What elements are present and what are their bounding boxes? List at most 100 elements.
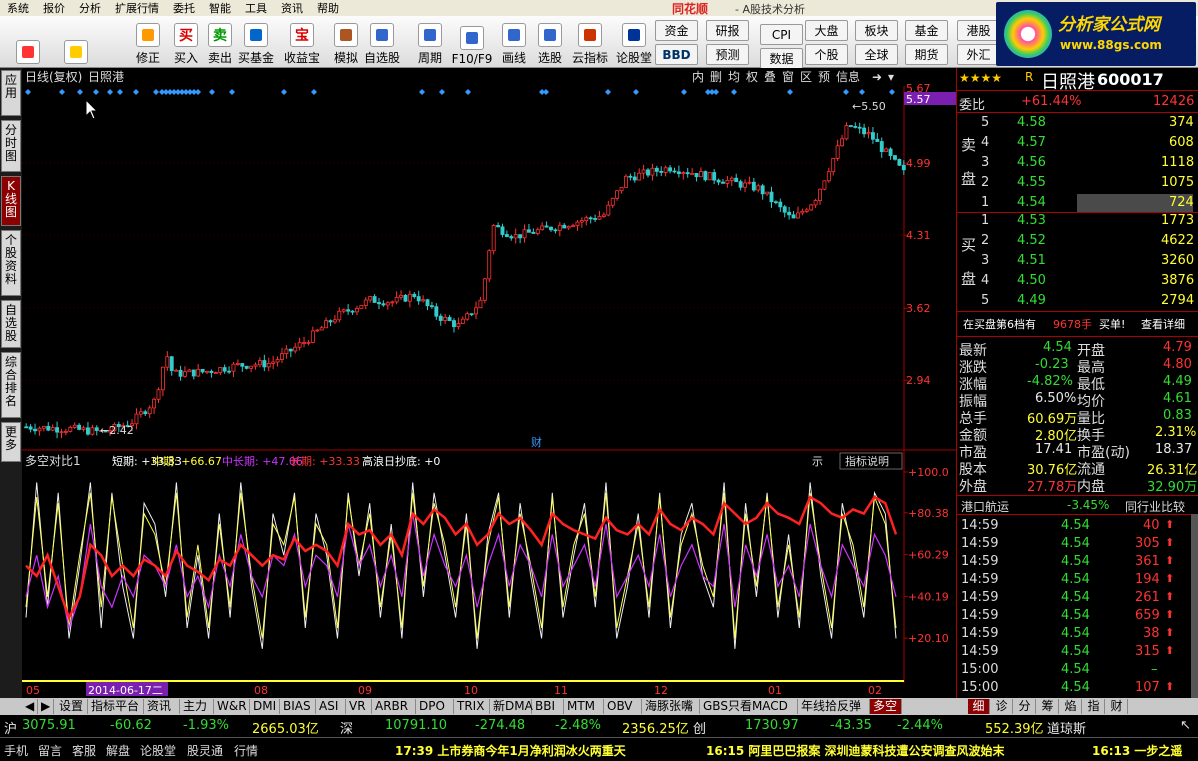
- toolbar-small-button-0[interactable]: 资金: [655, 20, 698, 41]
- panel-tab-5[interactable]: 指: [1083, 699, 1105, 714]
- menu-item-2[interactable]: 分析: [72, 0, 108, 16]
- index-item-5[interactable]: 深: [340, 718, 353, 737]
- status-link-3[interactable]: 解盘: [106, 742, 130, 759]
- buy-price[interactable]: 4.49: [1017, 293, 1046, 308]
- sell-price[interactable]: 4.58: [1017, 115, 1046, 130]
- chart-tool-1[interactable]: 删: [710, 70, 722, 84]
- indicator-tab-0[interactable]: 设置: [56, 699, 88, 714]
- chart-tool-2[interactable]: 均: [728, 70, 740, 84]
- menu-item-1[interactable]: 报价: [36, 0, 72, 16]
- toolbar-button-11[interactable]: 画线: [494, 18, 534, 66]
- news-ticker-0[interactable]: 17:39 上市券商今年1月净利润冰火两重天: [395, 742, 626, 759]
- toolbar-small-button-13[interactable]: 数据: [760, 48, 803, 69]
- sidebar-tab-2[interactable]: K线图: [1, 176, 21, 226]
- sell-price[interactable]: 4.55: [1017, 175, 1046, 190]
- menu-item-8[interactable]: 帮助: [310, 0, 346, 16]
- toolbar-button-1[interactable]: [56, 18, 96, 66]
- sell-price[interactable]: 4.54: [1017, 195, 1046, 210]
- panel-tab-2[interactable]: 分: [1014, 699, 1036, 714]
- index-item-10[interactable]: 创: [693, 718, 706, 737]
- tab-scroll-left-icon[interactable]: ◀: [22, 699, 39, 714]
- tab-scroll-right-icon[interactable]: ▶: [38, 699, 55, 714]
- status-link-1[interactable]: 留言: [38, 742, 62, 759]
- toolbar-small-button-8[interactable]: 个股: [805, 44, 848, 65]
- sidebar-tab-1[interactable]: 分时图: [1, 120, 21, 172]
- chart-exit-icon[interactable]: ➜: [872, 70, 882, 84]
- status-link-2[interactable]: 客服: [72, 742, 96, 759]
- toolbar-small-button-12[interactable]: CPI: [760, 24, 803, 45]
- menu-item-7[interactable]: 资讯: [274, 0, 310, 16]
- industry-compare-button[interactable]: 同行业比较: [1125, 498, 1185, 515]
- panel-tab-3[interactable]: 筹: [1037, 699, 1059, 714]
- indicator-tab-2[interactable]: 资讯: [144, 699, 180, 714]
- indicator-tab-9[interactable]: ARBR: [372, 699, 416, 714]
- toolbar-small-button-10[interactable]: 期货: [905, 44, 948, 65]
- indicator-tab-1[interactable]: 指标平台: [88, 699, 144, 714]
- sidebar-tab-3[interactable]: 个股资料: [1, 230, 21, 296]
- indicator-tab-19[interactable]: 多空: [870, 699, 902, 714]
- sidebar-tab-6[interactable]: 更多: [1, 422, 21, 462]
- chart-tool-7[interactable]: 预: [818, 70, 830, 84]
- indicator-tab-14[interactable]: MTM: [564, 699, 604, 714]
- toolbar-button-14[interactable]: 论股堂: [614, 18, 654, 66]
- status-link-5[interactable]: 股灵通: [187, 742, 223, 759]
- indicator-tab-7[interactable]: ASI: [316, 699, 346, 714]
- menu-item-3[interactable]: 扩展行情: [108, 0, 166, 16]
- kline-chart[interactable]: 日线(复权) 日照港内删均权叠窗区预信息 ➜ ▾5.675.574.994.313.6…: [22, 68, 956, 698]
- indicator-tab-12[interactable]: 新DMA: [490, 699, 533, 714]
- menu-item-6[interactable]: 工具: [238, 0, 274, 16]
- toolbar-small-button-2[interactable]: 大盘: [805, 20, 848, 41]
- toolbar-button-8[interactable]: 自选股: [362, 18, 402, 66]
- news-ticker-1[interactable]: 16:15 阿里巴巴报案 深圳迪蒙科技遭公安调查风波始末: [706, 742, 1005, 759]
- buy-price[interactable]: 4.51: [1017, 253, 1046, 268]
- indicator-tab-10[interactable]: DPO: [416, 699, 454, 714]
- toolbar-small-button-1[interactable]: 研报: [706, 20, 749, 41]
- toolbar-small-button-6[interactable]: BBD: [655, 44, 698, 65]
- menu-item-0[interactable]: 系统: [0, 0, 36, 16]
- chart-menu-chevron-icon[interactable]: ▾: [888, 70, 894, 84]
- toolbar-small-button-4[interactable]: 基金: [905, 20, 948, 41]
- indicator-tab-17[interactable]: GBS只看MACD: [700, 699, 798, 714]
- indicator-tab-5[interactable]: DMI: [250, 699, 280, 714]
- indicator-tab-16[interactable]: 海豚张嘴: [642, 699, 700, 714]
- panel-tab-6[interactable]: 财: [1106, 699, 1128, 714]
- toolbar-small-button-3[interactable]: 板块: [855, 20, 898, 41]
- indicator-tab-6[interactable]: BIAS: [280, 699, 316, 714]
- indicator-tab-3[interactable]: 主力: [180, 699, 214, 714]
- chart-tool-6[interactable]: 区: [800, 70, 812, 84]
- toolbar-button-4[interactable]: 卖卖出: [200, 18, 240, 66]
- chart-tool-3[interactable]: 权: [746, 70, 758, 84]
- menu-item-4[interactable]: 委托: [166, 0, 202, 16]
- buy-price[interactable]: 4.52: [1017, 233, 1046, 248]
- status-link-6[interactable]: 行情: [234, 742, 258, 759]
- toolbar-button-6[interactable]: 宝收益宝: [282, 18, 322, 66]
- indicator-tab-8[interactable]: VR: [346, 699, 372, 714]
- chart-tool-4[interactable]: 叠: [764, 70, 776, 84]
- panel-tab-0[interactable]: 细: [968, 699, 990, 714]
- panel-tab-1[interactable]: 诊: [991, 699, 1013, 714]
- sidebar-tab-0[interactable]: 应用: [1, 70, 21, 116]
- chart-tool-5[interactable]: 窗: [782, 70, 794, 84]
- toolbar-button-5[interactable]: 买基金: [236, 18, 276, 66]
- status-link-4[interactable]: 论股堂: [140, 742, 176, 759]
- finance-mark[interactable]: 财: [531, 435, 542, 449]
- chart-tool-0[interactable]: 内: [692, 70, 704, 84]
- indicator-extra[interactable]: 示: [812, 455, 823, 468]
- buy-price[interactable]: 4.50: [1017, 273, 1046, 288]
- toolbar-small-button-7[interactable]: 预测: [706, 44, 749, 65]
- indicator-tab-11[interactable]: TRIX: [454, 699, 490, 714]
- buy-price[interactable]: 4.53: [1017, 213, 1046, 228]
- indicator-tab-13[interactable]: BBI: [532, 699, 564, 714]
- indicator-tab-15[interactable]: OBV: [604, 699, 642, 714]
- toolbar-small-button-9[interactable]: 全球: [855, 44, 898, 65]
- panel-tab-4[interactable]: 焰: [1060, 699, 1082, 714]
- toolbar-button-13[interactable]: 云指标: [570, 18, 610, 66]
- sidebar-tab-5[interactable]: 综合排名: [1, 352, 21, 418]
- status-link-0[interactable]: 手机: [4, 742, 28, 759]
- toolbar-button-2[interactable]: 修正: [128, 18, 168, 66]
- indicator-tab-18[interactable]: 年线拾反弹: [798, 699, 870, 714]
- toolbar-button-10[interactable]: F10/F9: [452, 18, 492, 66]
- sell-price[interactable]: 4.57: [1017, 135, 1046, 150]
- sell-price[interactable]: 4.56: [1017, 155, 1046, 170]
- quote-scrollbar[interactable]: [1191, 514, 1198, 698]
